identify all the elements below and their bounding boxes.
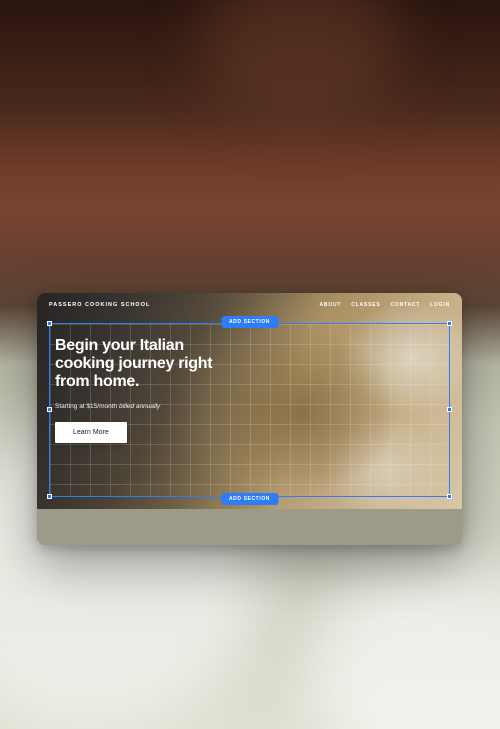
hero-sub-prefix: Starting at $15/month: [55, 403, 119, 410]
add-section-bottom-button[interactable]: ADD SECTION: [221, 493, 278, 505]
hero-subheading[interactable]: Starting at $15/month billed annually: [55, 403, 260, 410]
nav-item-login[interactable]: LOGIN: [430, 302, 450, 308]
learn-more-button[interactable]: Learn More: [55, 422, 127, 443]
hero-heading-line: cooking journey right: [55, 355, 212, 372]
hero-section[interactable]: PASSERO COOKING SCHOOL ABOUT CLASSES CON…: [37, 293, 462, 509]
primary-nav: ABOUT CLASSES CONTACT LOGIN: [319, 302, 450, 308]
nav-item-classes[interactable]: CLASSES: [351, 302, 380, 308]
add-section-top-button[interactable]: ADD SECTION: [221, 316, 278, 328]
hero-sub-italic: billed annually: [119, 403, 160, 410]
nav-item-about[interactable]: ABOUT: [319, 302, 341, 308]
website-editor-preview: PASSERO COOKING SCHOOL ABOUT CLASSES CON…: [37, 293, 462, 545]
site-header: PASSERO COOKING SCHOOL ABOUT CLASSES CON…: [37, 293, 462, 317]
hero-heading-line: from home.: [55, 373, 139, 390]
background-blur: [310, 560, 500, 729]
hero-copy: Begin your Italian cooking journey right…: [55, 337, 260, 443]
hero-heading[interactable]: Begin your Italian cooking journey right…: [55, 337, 260, 391]
background-blur: [200, 0, 400, 120]
nav-item-contact[interactable]: CONTACT: [390, 302, 420, 308]
next-section-placeholder[interactable]: [37, 509, 462, 545]
hero-heading-line: Begin your Italian: [55, 337, 184, 354]
site-brand[interactable]: PASSERO COOKING SCHOOL: [49, 302, 150, 308]
